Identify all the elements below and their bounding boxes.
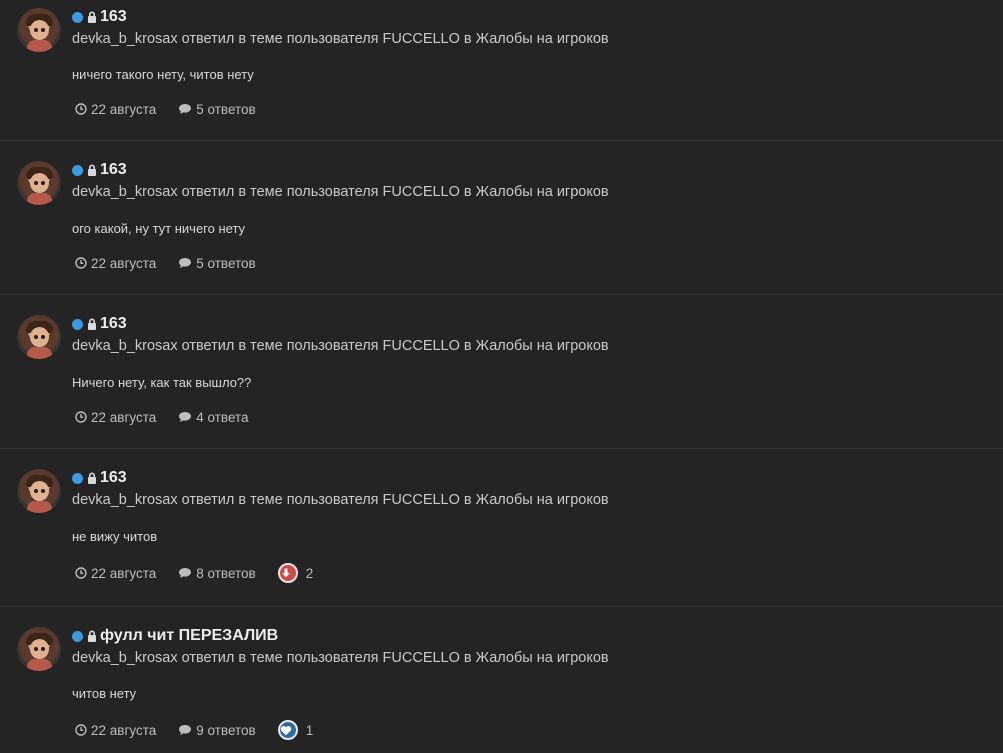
comment-icon bbox=[179, 412, 192, 422]
lock-icon bbox=[88, 318, 96, 330]
unread-dot-icon bbox=[72, 164, 83, 176]
post-snippet[interactable]: ого какой, ну тут ничего нету bbox=[72, 221, 245, 236]
activity-item: 163 devka_b_krosax ответил в теме пользо… bbox=[0, 449, 1003, 607]
reply-count[interactable]: 5 ответов bbox=[196, 256, 255, 271]
downvote-reaction-icon[interactable] bbox=[277, 563, 298, 583]
lock-icon bbox=[88, 630, 96, 642]
topic-title[interactable]: 163 bbox=[100, 315, 127, 333]
post-snippet[interactable]: ничего такого нету, читов нету bbox=[72, 67, 254, 82]
post-date[interactable]: 22 августа bbox=[91, 256, 156, 271]
post-date[interactable]: 22 августа bbox=[91, 723, 156, 738]
activity-item: 163 devka_b_krosax ответил в теме пользо… bbox=[0, 295, 1003, 449]
avatar[interactable] bbox=[17, 161, 61, 205]
reply-count[interactable]: 4 ответа bbox=[196, 410, 248, 425]
avatar[interactable] bbox=[17, 627, 61, 671]
lock-icon bbox=[88, 164, 96, 176]
topic-title[interactable]: фулл чит ПЕРЕЗАЛИВ bbox=[100, 627, 278, 645]
comment-icon bbox=[179, 104, 192, 114]
unread-dot-icon bbox=[72, 630, 83, 642]
reply-count[interactable]: 5 ответов bbox=[196, 102, 255, 117]
activity-meta: devka_b_krosax ответил в теме пользовате… bbox=[72, 184, 609, 200]
topic-title[interactable]: 163 bbox=[100, 161, 127, 179]
reply-count[interactable]: 8 ответов bbox=[196, 566, 255, 581]
post-date[interactable]: 22 августа bbox=[91, 566, 156, 581]
clock-icon bbox=[75, 257, 87, 269]
post-snippet[interactable]: читов нету bbox=[72, 686, 136, 701]
activity-item: 163 devka_b_krosax ответил в теме пользо… bbox=[0, 141, 1003, 295]
clock-icon bbox=[75, 103, 87, 115]
clock-icon bbox=[75, 567, 87, 579]
activity-meta: devka_b_krosax ответил в теме пользовате… bbox=[72, 31, 609, 47]
comment-icon bbox=[179, 568, 192, 578]
topic-title[interactable]: 163 bbox=[100, 8, 127, 26]
activity-item: фулл чит ПЕРЕЗАЛИВ devka_b_krosax ответи… bbox=[0, 607, 1003, 753]
unread-dot-icon bbox=[72, 472, 83, 484]
activity-item: 163 devka_b_krosax ответил в теме пользо… bbox=[0, 0, 1003, 141]
activity-feed: 163 devka_b_krosax ответил в теме пользо… bbox=[0, 0, 1003, 753]
unread-dot-icon bbox=[72, 318, 83, 330]
post-snippet[interactable]: Ничего нету, как так вышло?? bbox=[72, 375, 251, 390]
clock-icon bbox=[75, 724, 87, 736]
comment-icon bbox=[179, 258, 192, 268]
avatar[interactable] bbox=[17, 8, 61, 52]
avatar[interactable] bbox=[17, 315, 61, 359]
lock-icon bbox=[88, 11, 96, 23]
topic-title[interactable]: 163 bbox=[100, 469, 127, 487]
activity-meta: devka_b_krosax ответил в теме пользовате… bbox=[72, 338, 609, 354]
activity-meta: devka_b_krosax ответил в теме пользовате… bbox=[72, 492, 609, 508]
reply-count[interactable]: 9 ответов bbox=[196, 723, 255, 738]
reaction-count[interactable]: 2 bbox=[306, 566, 314, 581]
clock-icon bbox=[75, 411, 87, 423]
post-date[interactable]: 22 августа bbox=[91, 410, 156, 425]
avatar[interactable] bbox=[17, 469, 61, 513]
activity-meta: devka_b_krosax ответил в теме пользовате… bbox=[72, 650, 609, 666]
unread-dot-icon bbox=[72, 11, 83, 23]
reaction-count[interactable]: 1 bbox=[306, 723, 314, 738]
post-snippet[interactable]: не вижу читов bbox=[72, 529, 157, 544]
lock-icon bbox=[88, 472, 96, 484]
comment-icon bbox=[179, 725, 192, 735]
post-date[interactable]: 22 августа bbox=[91, 102, 156, 117]
heart-reaction-icon[interactable] bbox=[277, 720, 298, 740]
